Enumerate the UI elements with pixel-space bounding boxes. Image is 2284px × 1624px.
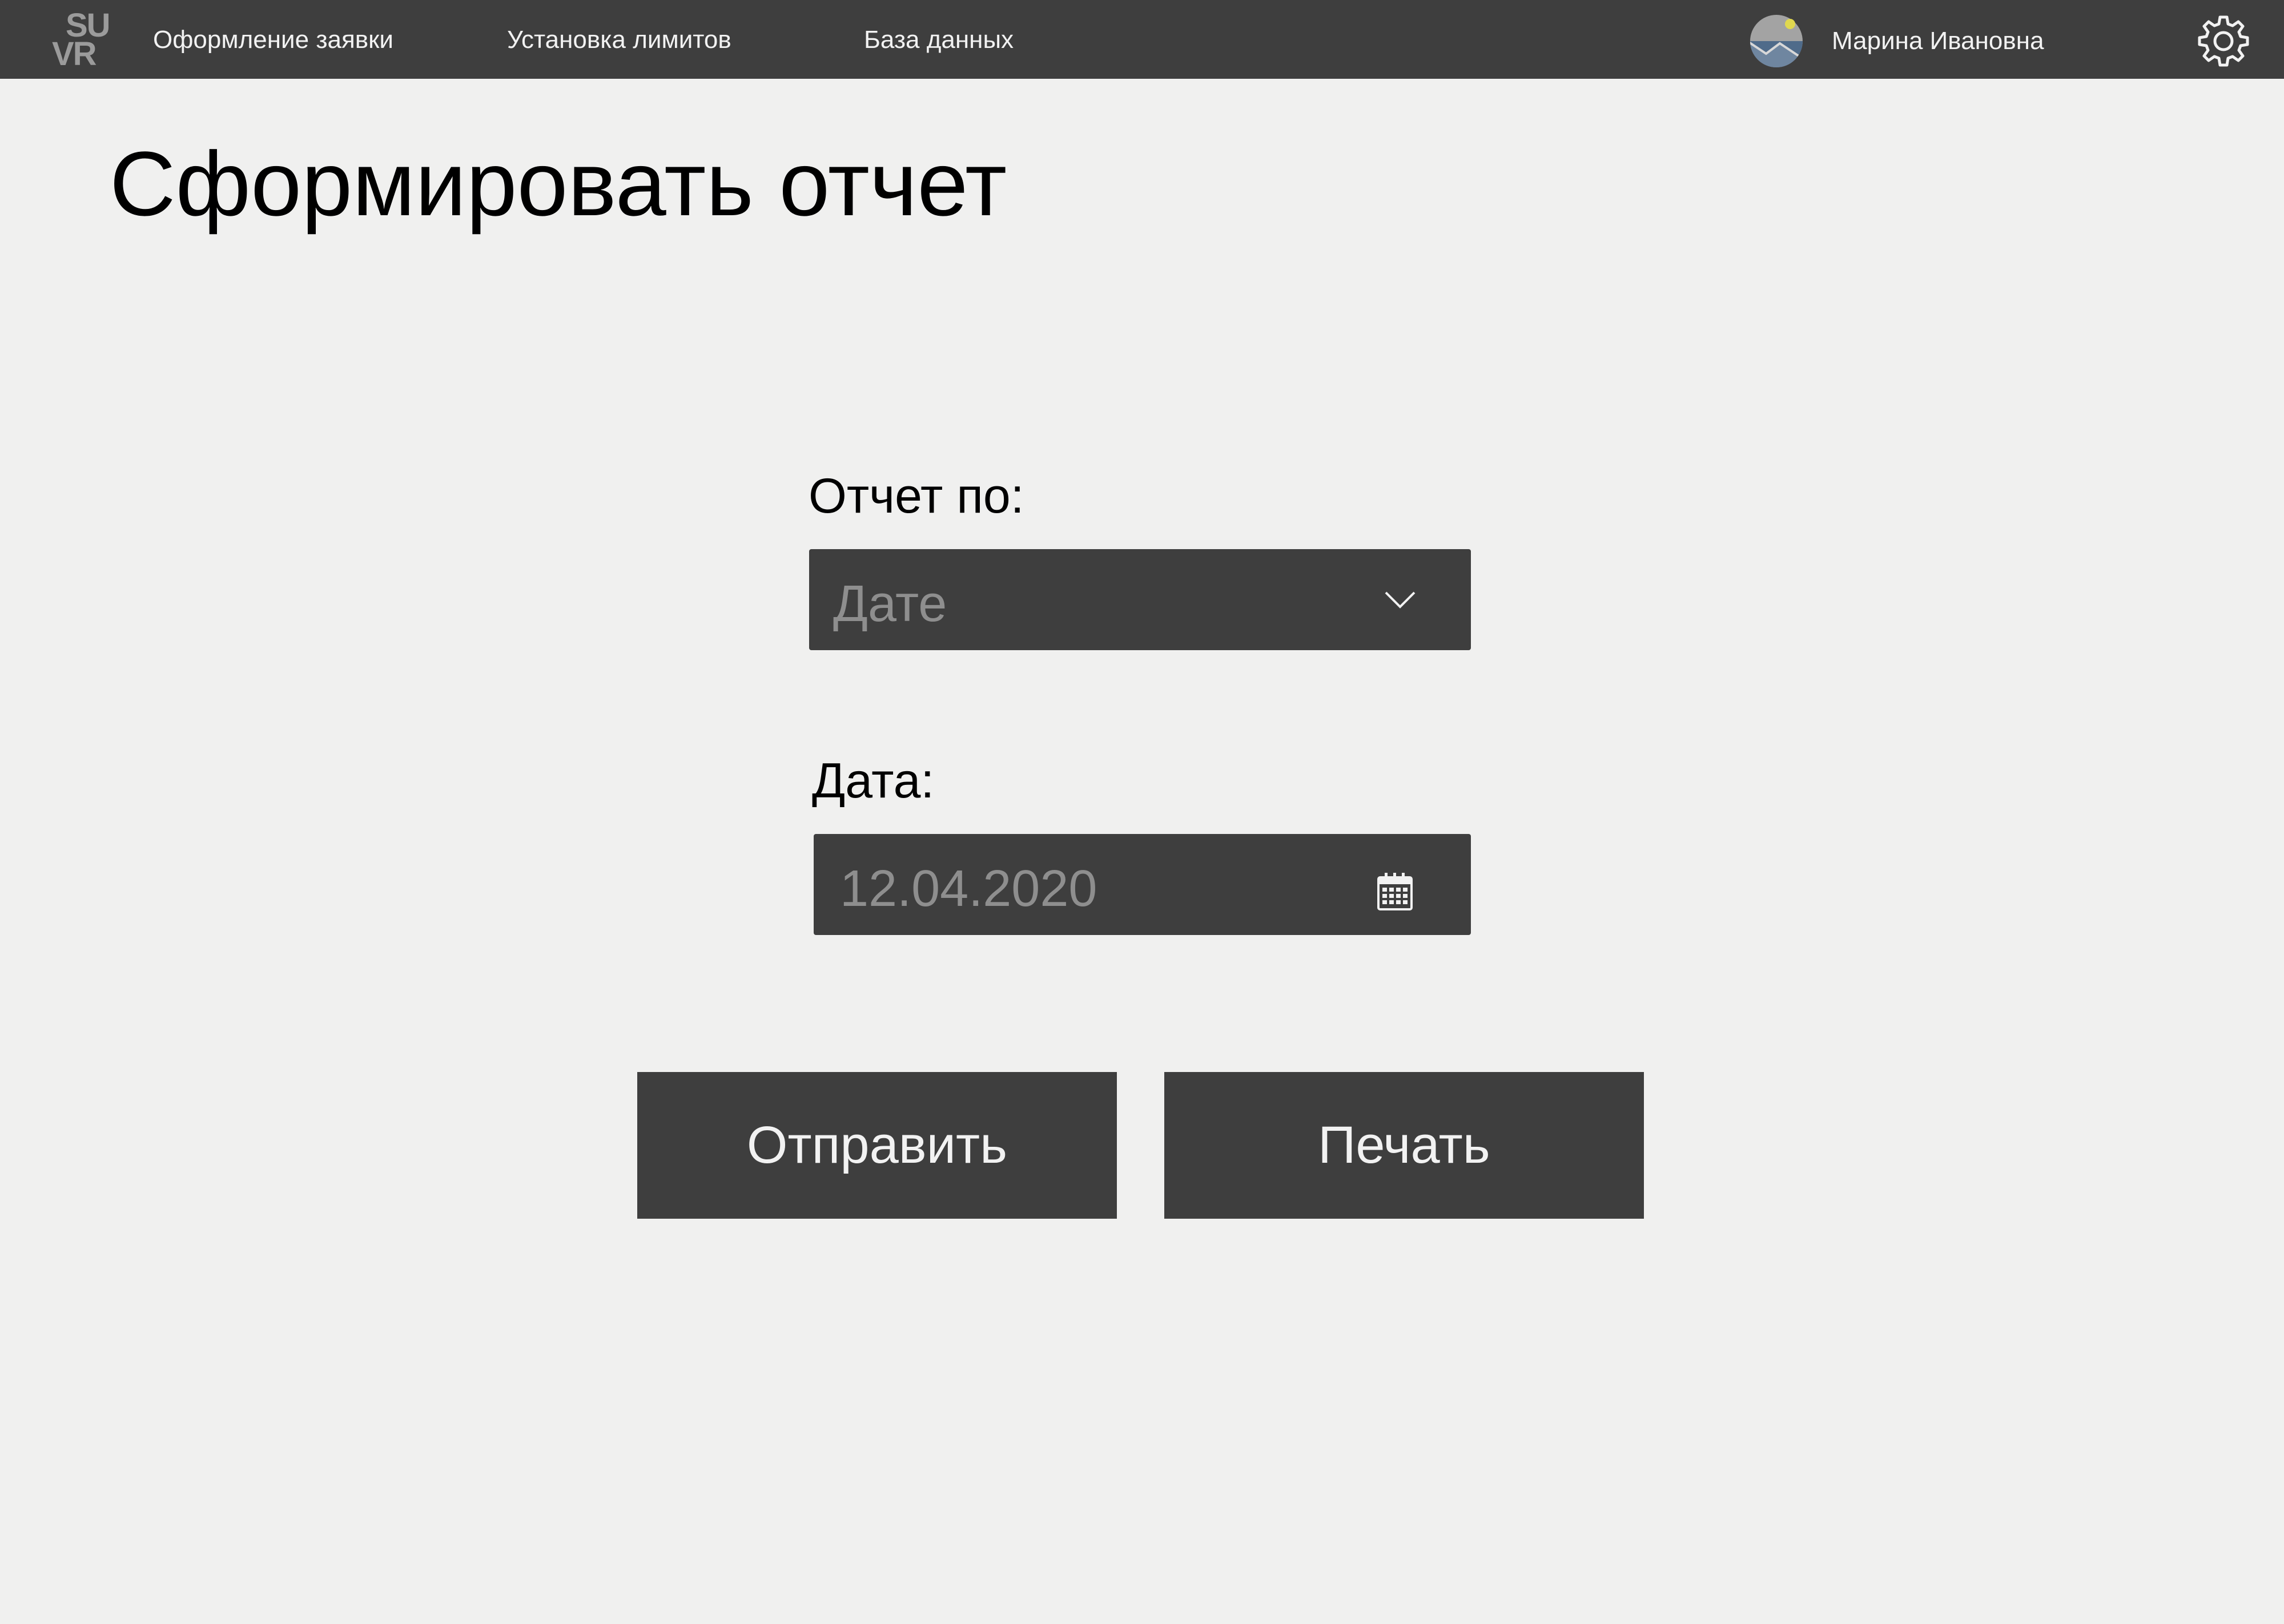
logo-text-bottom: VR xyxy=(52,35,97,72)
app-logo[interactable]: SU VR xyxy=(50,9,113,72)
report-by-label: Отчет по: xyxy=(809,469,1024,523)
calendar-icon[interactable] xyxy=(1377,872,1413,912)
user-name[interactable]: Марина Ивановна xyxy=(1832,24,2044,58)
top-navbar: SU VR Оформление заявки Установка лимито… xyxy=(0,0,2284,79)
date-field[interactable]: 12.04.2020 xyxy=(814,834,1471,935)
report-by-select[interactable]: Дате xyxy=(809,549,1471,650)
gear-icon[interactable] xyxy=(2196,14,2251,68)
date-label: Дата: xyxy=(812,753,935,808)
nav-link-limits[interactable]: Установка лимитов xyxy=(507,23,731,57)
nav-link-database[interactable]: База данных xyxy=(864,23,1014,57)
date-value: 12.04.2020 xyxy=(840,860,1097,917)
send-button[interactable]: Отправить xyxy=(637,1072,1117,1219)
print-button[interactable]: Печать xyxy=(1164,1072,1644,1219)
page-title: Сформировать отчет xyxy=(110,132,1007,235)
avatar-landscape-icon[interactable] xyxy=(1749,14,1804,68)
chevron-down-icon xyxy=(1385,591,1416,609)
report-by-value: Дате xyxy=(833,575,947,632)
nav-link-request[interactable]: Оформление заявки xyxy=(153,23,393,57)
